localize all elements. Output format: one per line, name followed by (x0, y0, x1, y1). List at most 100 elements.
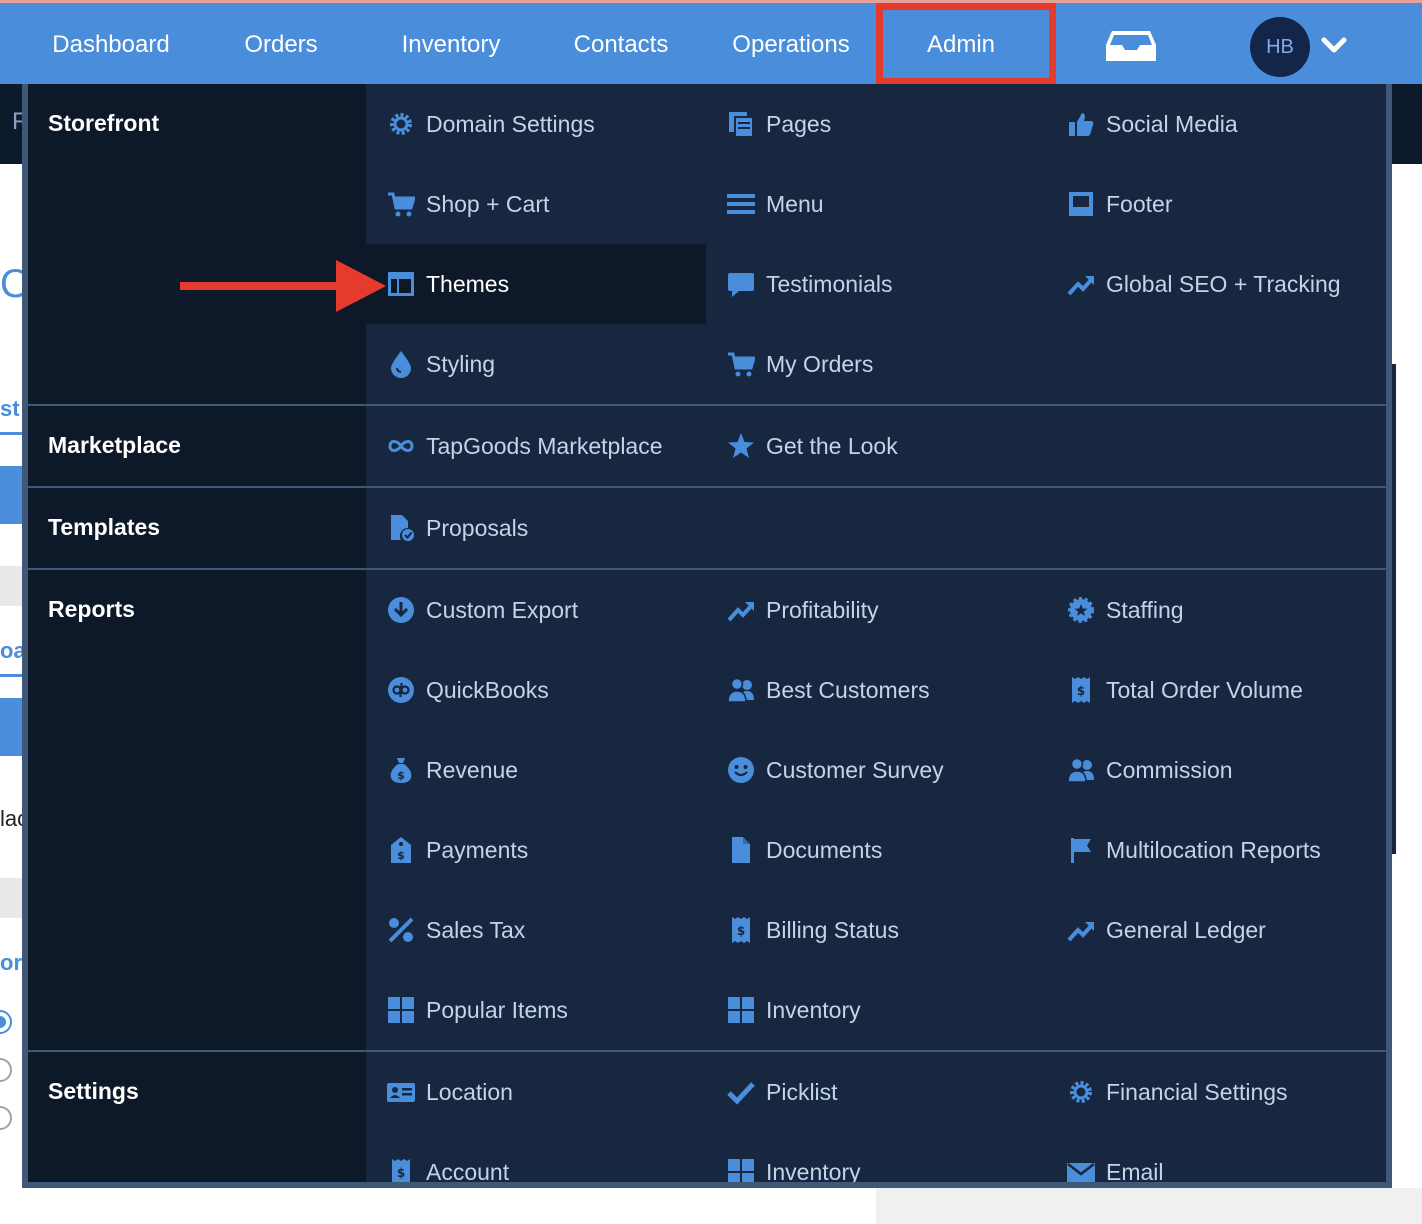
themes-icon (386, 269, 416, 299)
menu-item-get-the-look[interactable]: Get the Look (706, 406, 1046, 486)
menu-item-inventory-settings[interactable]: Inventory (706, 1132, 1046, 1182)
avatar[interactable]: HB (1250, 17, 1310, 77)
menu-item-inventory-report[interactable]: Inventory (706, 970, 1046, 1050)
menu-item-sales-tax[interactable]: Sales Tax (366, 890, 706, 970)
menu-item-profitability[interactable]: Profitability (706, 570, 1046, 650)
nav-inventory[interactable]: Inventory (386, 3, 516, 87)
menu-item-label: Proposals (426, 514, 529, 541)
gear-icon (386, 109, 416, 139)
file-icon (726, 835, 756, 865)
menu-item-label: Revenue (426, 756, 519, 783)
menu-item-label: Email (1106, 1158, 1164, 1185)
receipt-icon: $ (1066, 675, 1096, 705)
users-icon (1066, 755, 1096, 785)
nav-operations[interactable]: Operations (718, 3, 864, 87)
menu-item-label: Social Media (1106, 110, 1238, 137)
highlight-box (876, 3, 1056, 85)
menu-item-label: Staffing (1106, 596, 1184, 623)
menu-item-pages[interactable]: Pages (706, 84, 1046, 164)
svg-text:$: $ (397, 769, 405, 782)
menu-item-staffing[interactable]: Staffing (1046, 570, 1386, 650)
section-title: Storefront (48, 110, 160, 136)
radio-button[interactable] (0, 1058, 12, 1082)
menu-item-tapgoods-marketplace[interactable]: TapGoods Marketplace (366, 406, 706, 486)
download-circle-icon (386, 595, 416, 625)
file-check-icon (386, 513, 416, 543)
nav-orders[interactable]: Orders (220, 3, 342, 87)
menu-item-label: Sales Tax (426, 916, 526, 943)
thumbs-up-icon (1066, 109, 1096, 139)
droplet-icon (386, 349, 416, 379)
menu-item-shop-cart[interactable]: Shop + Cart (366, 164, 706, 244)
menu-item-commission[interactable]: Commission (1046, 730, 1386, 810)
button-fragment[interactable] (0, 466, 22, 524)
menu-item-label: Popular Items (426, 996, 568, 1023)
radio-button[interactable] (0, 1010, 12, 1034)
menu-item-global-seo[interactable]: Global SEO + Tracking (1046, 244, 1386, 324)
menu-item-themes[interactable]: Themes (366, 244, 706, 324)
menu-item-custom-export[interactable]: Custom Export (366, 570, 706, 650)
menu-item-social-media[interactable]: Social Media (1046, 84, 1386, 164)
menu-item-popular-items[interactable]: Popular Items (366, 970, 706, 1050)
chevron-down-icon[interactable] (1320, 31, 1348, 59)
menu-item-multilocation-reports[interactable]: Multilocation Reports (1046, 810, 1386, 890)
tab-fragment[interactable]: st (0, 396, 20, 422)
money-bag-icon: $ (386, 755, 416, 785)
menu-item-label: Best Customers (766, 676, 930, 703)
menu-item-picklist[interactable]: Picklist (706, 1052, 1046, 1132)
section-title: Templates (48, 514, 161, 540)
menu-item-menu[interactable]: Menu (706, 164, 1046, 244)
menu-item-quickbooks[interactable]: QuickBooks (366, 650, 706, 730)
menu-item-general-ledger[interactable]: General Ledger (1046, 890, 1386, 970)
trend-up-icon (1066, 915, 1096, 945)
users-icon (726, 675, 756, 705)
menu-item-billing-status[interactable]: $ Billing Status (706, 890, 1046, 970)
inbox-icon[interactable] (1106, 29, 1156, 63)
id-card-icon (386, 1077, 416, 1107)
radio-button[interactable] (0, 1106, 12, 1130)
menu-item-proposals[interactable]: Proposals (366, 488, 706, 568)
menu-item-label: Get the Look (766, 432, 898, 459)
menu-item-best-customers[interactable]: Best Customers (706, 650, 1046, 730)
menu-item-email[interactable]: Email (1046, 1132, 1386, 1185)
menu-item-my-orders[interactable]: My Orders (706, 324, 1046, 404)
menu-item-styling[interactable]: Styling (366, 324, 706, 404)
menu-item-domain-settings[interactable]: Domain Settings (366, 84, 706, 164)
menu-item-label: Testimonials (766, 270, 893, 297)
nav-dashboard[interactable]: Dashboard (34, 3, 188, 87)
gear-icon (1066, 1077, 1096, 1107)
page-edge (1392, 364, 1396, 854)
menu-item-documents[interactable]: Documents (706, 810, 1046, 890)
menu-item-label: Inventory (766, 996, 861, 1023)
menu-item-total-order-volume[interactable]: $ Total Order Volume (1046, 650, 1386, 730)
menu-item-label: Global SEO + Tracking (1106, 270, 1341, 297)
price-tag-icon: $ (386, 835, 416, 865)
receipt-icon: $ (386, 1157, 416, 1182)
menu-item-revenue[interactable]: $ Revenue (366, 730, 706, 810)
menu-item-location[interactable]: Location (366, 1052, 706, 1132)
menu-item-customer-survey[interactable]: Customer Survey (706, 730, 1046, 810)
menu-item-account[interactable]: $ Account (366, 1132, 706, 1182)
svg-text:$: $ (397, 1166, 405, 1180)
percent-icon (386, 915, 416, 945)
menu-item-testimonials[interactable]: Testimonials (706, 244, 1046, 324)
menu-item-label: My Orders (766, 350, 874, 377)
menu-item-label: Shop + Cart (426, 190, 550, 217)
menu-item-payments[interactable]: $ Payments (366, 810, 706, 890)
menu-item-label: Documents (766, 836, 883, 863)
section-title: Settings (48, 1078, 139, 1104)
trend-up-icon (726, 595, 756, 625)
menu-item-label: TapGoods Marketplace (426, 432, 663, 459)
menu-item-label: Footer (1106, 190, 1173, 217)
svg-text:$: $ (737, 924, 745, 938)
nav-contacts[interactable]: Contacts (556, 3, 686, 87)
menu-item-label: Domain Settings (426, 110, 595, 137)
section-storefront: Storefront Domain Settings Pages Social … (28, 84, 1386, 404)
menu-item-footer[interactable]: Footer (1046, 164, 1386, 244)
cart-icon (386, 189, 416, 219)
menu-item-label: Total Order Volume (1106, 676, 1303, 703)
button-fragment[interactable] (0, 698, 22, 756)
menu-item-financial-settings[interactable]: Financial Settings (1046, 1052, 1386, 1132)
top-navigation: Dashboard Orders Inventory Contacts Oper… (0, 0, 1422, 87)
quickbooks-icon (386, 675, 416, 705)
